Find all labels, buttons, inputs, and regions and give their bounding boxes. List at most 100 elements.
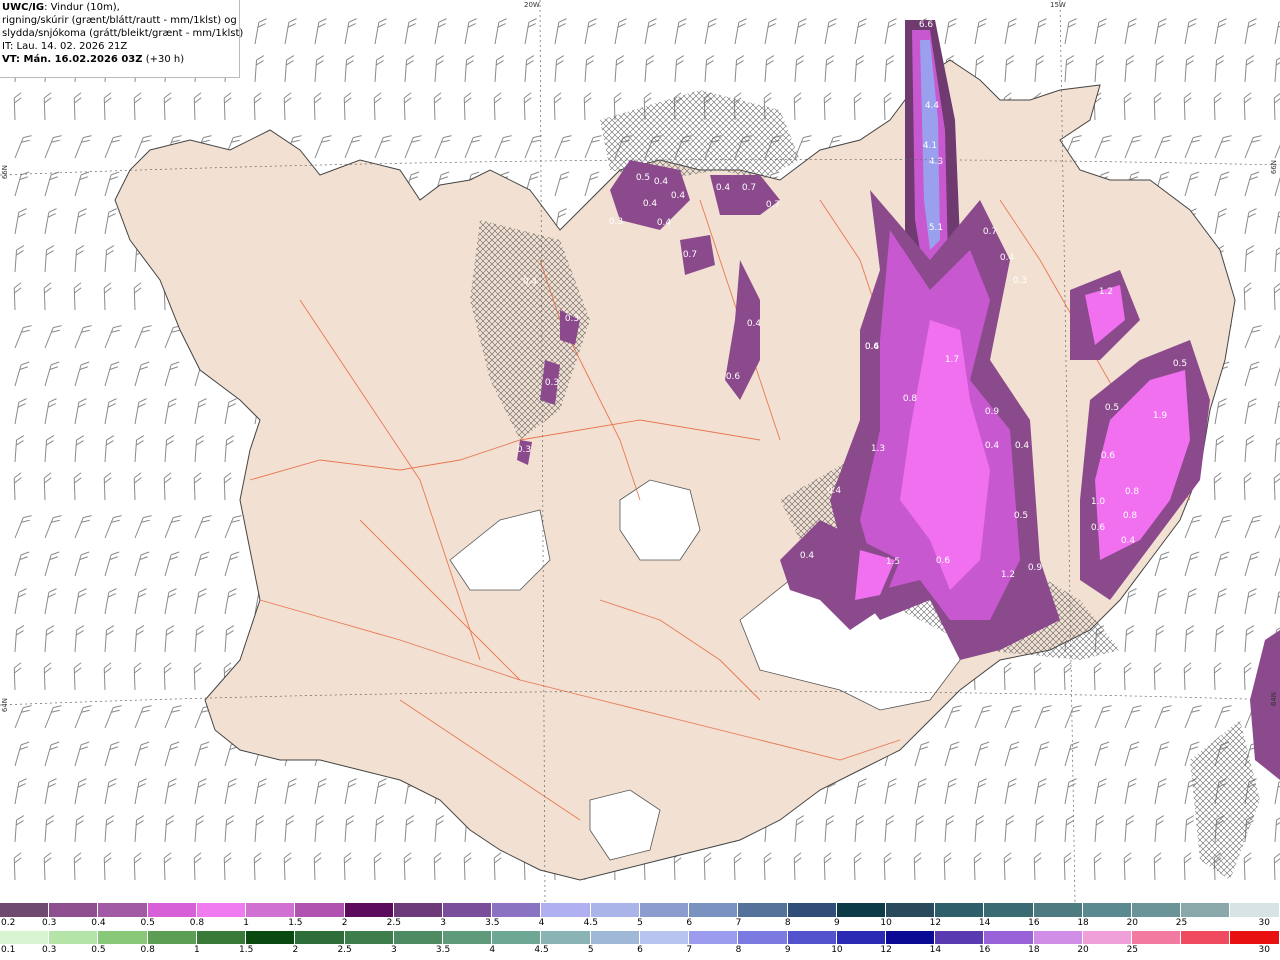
precip-value-label: 4.4 <box>925 101 940 111</box>
precip-value-label: 4.3 <box>929 157 943 167</box>
precip-value-label: 0.4 <box>985 441 1000 451</box>
scale-tick-label: 4 <box>538 918 545 928</box>
precip-value-label: 4.1 <box>923 141 937 151</box>
scale-tick-label: 6 <box>686 918 693 928</box>
grid-label-64n-right: 64N <box>1270 692 1278 707</box>
rain-color-scale: 0.1 0.3 0.5 0.8 1 1.5 2 2.5 3 3.5 4 4.5 5 6 7 8 9 10 12 14 1… <box>0 931 1280 960</box>
scale-swatch <box>246 931 296 944</box>
precip-value-label: 0.8 <box>1123 511 1138 521</box>
scale-swatch <box>1230 903 1280 917</box>
precip-value-label: 0.3 <box>1013 276 1027 286</box>
precip-value-label: 0.6 <box>1091 523 1106 533</box>
precip-value-label: 5.1 <box>929 223 943 233</box>
scale-swatch <box>393 903 443 917</box>
precip-value-label: 0.7 <box>983 227 997 237</box>
scale-swatch <box>935 931 985 944</box>
scale-swatch <box>393 931 443 944</box>
precip-value-label: 0.4 <box>827 486 842 496</box>
scale-swatch <box>147 931 197 944</box>
header-line2: rigning/skúrir (grænt/blátt/rautt - mm/1… <box>2 15 237 26</box>
scale-tick-label: 1.5 <box>238 945 254 955</box>
scale-tick-label: 18 <box>1077 918 1089 928</box>
precip-value-label: 0.4 <box>1121 536 1136 546</box>
scale-tick-label: 0.3 <box>42 918 57 928</box>
grid-label-66n-left: 66N <box>1 165 9 180</box>
valid-time: VT: Mán. 16.02.2026 03Z <box>2 54 143 65</box>
precip-value-label: 0.5 <box>1173 359 1187 369</box>
scale-swatch <box>1033 931 1083 944</box>
scale-swatch <box>1132 903 1182 917</box>
scale-swatch <box>98 931 148 944</box>
scale-swatch <box>0 931 50 944</box>
scale-swatch <box>885 931 936 944</box>
scale-swatch <box>689 931 739 944</box>
precip-value-label: 0.4 <box>1000 253 1015 263</box>
scale-swatch <box>492 903 542 917</box>
scale-tick-label: 25 <box>1175 918 1188 928</box>
scale-tick-label: 7 <box>735 918 742 928</box>
precip-value-label: 0.6 <box>865 342 880 352</box>
scale-tick-label: 30 <box>1258 945 1270 955</box>
precip-value-label: 0.3 <box>545 378 559 388</box>
precip-value-label: 0.7 <box>683 250 697 260</box>
precip-value-label: 0.4 <box>1015 441 1030 451</box>
scale-tick-label: 14 <box>929 945 942 955</box>
scale-tick-label: 5 <box>637 918 643 928</box>
scale-tick-label: 7 <box>686 945 693 955</box>
scale-tick-label: 3 <box>440 918 446 928</box>
scale-tick-label: 4 <box>489 945 496 955</box>
scale-tick-label: 9 <box>784 945 791 955</box>
scale-swatch <box>639 931 690 944</box>
header-line1: : Vindur (10m), <box>44 2 120 13</box>
precip-value-label: 0.8 <box>1125 487 1140 497</box>
scale-tick-label: 25 <box>1126 945 1139 955</box>
scale-tick-label: 0.5 <box>140 918 155 928</box>
precip-value-label: 0.4 <box>523 277 538 287</box>
precip-value-label: 0.3 <box>565 314 579 324</box>
precip-value-label: 0.4 <box>657 218 672 228</box>
grid-label-66n-right: 66N <box>1270 160 1278 175</box>
scale-tick-label: 12 <box>880 945 892 955</box>
precip-value-label: 1.9 <box>1153 411 1168 421</box>
scale-tick-label: 6 <box>637 945 643 955</box>
scale-swatch <box>590 931 640 944</box>
precip-value-label: 0.3 <box>517 445 531 455</box>
scale-swatch <box>295 903 345 917</box>
scale-swatch <box>836 931 886 944</box>
scale-swatch <box>98 903 148 917</box>
scale-swatch <box>541 931 591 944</box>
scale-swatch <box>1181 931 1231 944</box>
scale-tick-label: 4.5 <box>534 945 549 955</box>
scale-tick-label: 14 <box>978 918 991 928</box>
scale-swatch <box>541 903 591 917</box>
scale-swatch <box>689 903 739 917</box>
scale-tick-label: 20 <box>1126 918 1139 928</box>
scale-swatch <box>0 903 50 917</box>
scale-tick-label: 10 <box>831 945 843 955</box>
forecast-offset: (+30 h) <box>142 54 185 65</box>
precip-value-label: 0.7 <box>742 183 756 193</box>
precip-value-label: 0.9 <box>1028 563 1043 573</box>
scale-tick-label: 0.5 <box>91 945 106 955</box>
precip-value-label: 1.2 <box>1099 287 1113 297</box>
scale-swatch <box>1082 931 1133 944</box>
precip-value-label: 1.0 <box>1091 497 1106 507</box>
scale-swatch <box>1132 931 1182 944</box>
scale-tick-label: 0.8 <box>140 945 155 955</box>
precip-value-label: 0.4 <box>654 177 669 187</box>
scale-swatch <box>196 931 247 944</box>
scale-tick-label: 0.4 <box>91 918 106 928</box>
scale-tick-label: 3.5 <box>435 945 451 955</box>
model-name: UWC/IG <box>2 2 45 13</box>
precip-value-label: 0.7 <box>766 200 780 210</box>
precip-value-label: 0.4 <box>716 183 731 193</box>
precip-value-label: 0.5 <box>636 173 650 183</box>
precip-value-label: 1.5 <box>886 557 900 567</box>
scale-swatch <box>787 931 837 944</box>
scale-swatch <box>738 903 788 917</box>
scale-tick-label: 16 <box>978 945 991 955</box>
precip-value-label: 0.9 <box>985 407 1000 417</box>
precip-value-label: 1.2 <box>1001 570 1015 580</box>
glacier-hofsjokull <box>619 479 701 561</box>
scale-tick-label: 4.5 <box>583 918 598 928</box>
